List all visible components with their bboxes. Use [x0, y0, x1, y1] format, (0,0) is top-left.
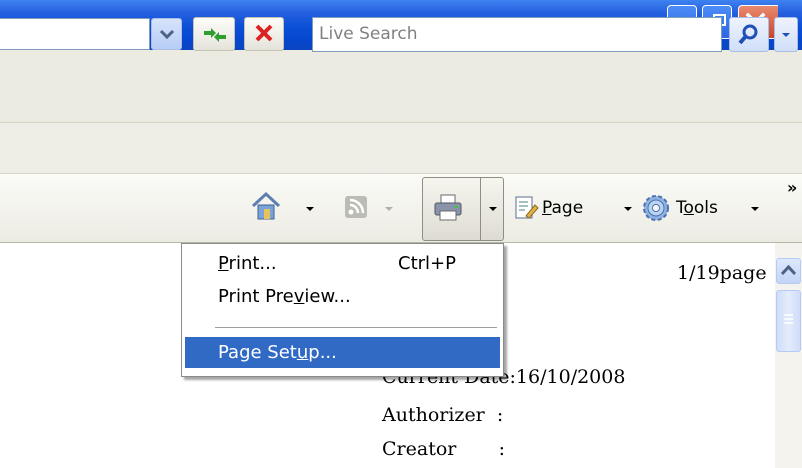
print-dropdown-menu: Print... Ctrl+P Print Preview... Page Se…	[181, 243, 504, 377]
address-input[interactable]	[0, 18, 150, 50]
search-button[interactable]	[729, 17, 769, 52]
page-menu-label: Page	[542, 198, 584, 218]
address-dropdown-button[interactable]	[151, 18, 182, 50]
scroll-thumb[interactable]	[776, 290, 801, 352]
menu-item-shortcut: Ctrl+P	[398, 253, 456, 274]
refresh-button[interactable]	[193, 17, 235, 51]
feeds-icon	[345, 196, 367, 218]
tools-dropdown-icon[interactable]	[749, 200, 761, 219]
menu-item-label: Print Preview...	[218, 286, 351, 307]
home-icon	[251, 191, 281, 220]
authorizer-text: Authorizer :	[382, 404, 504, 426]
page-icon	[515, 196, 539, 219]
home-dropdown-icon[interactable]	[304, 200, 316, 219]
menu-item-label: Print...	[218, 253, 277, 274]
menu-item-print[interactable]: Print... Ctrl+P	[185, 248, 500, 279]
home-button[interactable]	[250, 190, 284, 226]
feeds-dropdown-icon	[383, 200, 395, 219]
menu-separator	[215, 327, 497, 329]
dropdown-arrow-icon	[159, 29, 175, 40]
links-bar	[0, 123, 802, 174]
search-options-icon	[782, 33, 790, 37]
address-bar-row	[0, 50, 802, 123]
search-icon	[738, 24, 758, 45]
menu-item-print-preview[interactable]: Print Preview...	[185, 281, 500, 312]
stop-icon	[255, 24, 273, 42]
scroll-up-button[interactable]	[776, 258, 801, 284]
gear-icon	[643, 195, 669, 221]
search-options-button[interactable]	[774, 17, 798, 52]
grip-icon	[784, 314, 793, 324]
printer-icon	[434, 194, 462, 221]
menu-item-page-setup[interactable]: Page Setup...	[185, 337, 500, 368]
creator-text: Creator :	[382, 438, 506, 460]
chevron-up-icon	[780, 264, 797, 276]
search-input[interactable]: Live Search	[312, 17, 722, 52]
tools-menu-label: Tools	[676, 198, 718, 218]
refresh-icon	[204, 28, 226, 42]
page-indicator: 1/19page	[677, 262, 767, 284]
menu-item-label: Page Setup...	[218, 342, 337, 363]
page-dropdown-icon[interactable]	[622, 200, 634, 219]
print-button[interactable]	[432, 192, 468, 228]
feeds-button[interactable]	[342, 193, 370, 225]
chevron-overflow-icon[interactable]: »	[787, 178, 797, 197]
print-dropdown-icon[interactable]	[487, 200, 499, 219]
print-split-divider	[480, 177, 481, 241]
stop-button[interactable]	[244, 17, 284, 51]
